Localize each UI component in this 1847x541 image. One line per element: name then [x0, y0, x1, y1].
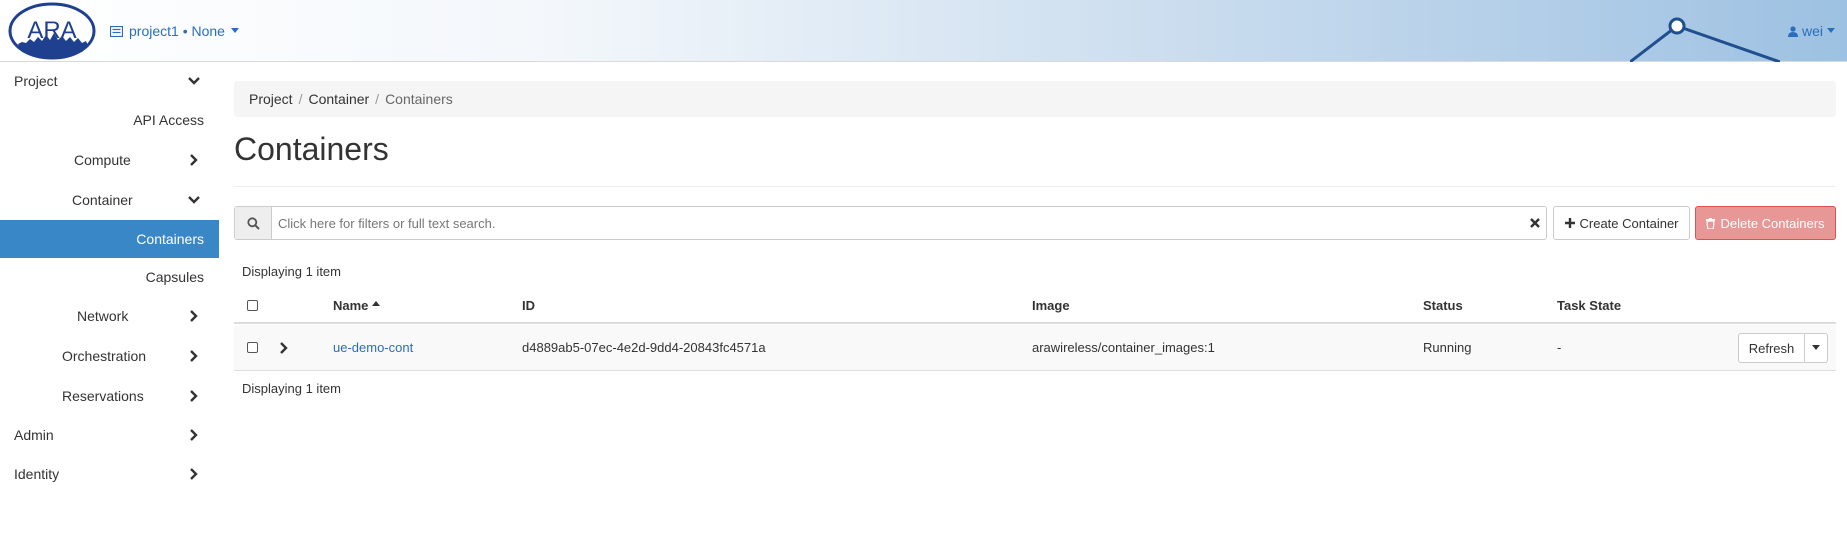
column-label: ID — [522, 297, 535, 313]
chevron-right-icon — [190, 390, 198, 402]
row-actions-dropdown-toggle[interactable] — [1805, 333, 1828, 363]
ara-logo[interactable]: ARA — [8, 2, 96, 60]
breadcrumb-item-container[interactable]: Container — [308, 91, 369, 107]
sidebar-item-label: Containers — [136, 231, 204, 247]
project-icon — [110, 25, 123, 37]
project-selector-label: project1 • None — [129, 23, 225, 39]
table-header: Name ID Image Status Task State — [234, 288, 1836, 324]
delete-containers-label: Delete Containers — [1720, 215, 1825, 231]
chevron-right-icon — [190, 154, 198, 166]
search-icon — [246, 216, 260, 230]
chevron-right-icon — [190, 350, 198, 362]
create-container-button[interactable]: Create Container — [1553, 206, 1690, 240]
refresh-button[interactable]: Refresh — [1738, 333, 1805, 363]
sidebar-item-orchestration[interactable]: Orchestration — [0, 336, 219, 376]
caret-down-icon — [1827, 28, 1835, 33]
row-task-state-cell: - — [1557, 340, 1562, 355]
sidebar-item-identity[interactable]: Identity — [0, 454, 219, 494]
create-container-label: Create Container — [1579, 215, 1679, 231]
chevron-right-icon — [190, 310, 198, 322]
select-all-cell — [247, 288, 258, 322]
select-all-checkbox[interactable] — [247, 299, 258, 311]
sidebar-item-admin[interactable]: Admin — [0, 416, 219, 454]
title-divider — [234, 186, 1836, 187]
user-menu[interactable]: wei — [1787, 23, 1835, 39]
sidebar-item-compute[interactable]: Compute — [0, 140, 219, 180]
sidebar-item-network[interactable]: Network — [0, 296, 219, 336]
caret-down-icon — [1812, 345, 1820, 350]
row-checkbox[interactable] — [247, 342, 258, 353]
container-name-link[interactable]: ue-demo-cont — [333, 340, 413, 355]
row-name-cell: ue-demo-cont — [333, 325, 413, 370]
page-title: Containers — [234, 131, 389, 167]
plus-icon — [1564, 218, 1575, 228]
chevron-down-icon — [188, 196, 200, 204]
breadcrumb-item-containers: Containers — [385, 91, 453, 107]
column-header-task-state[interactable]: Task State — [1557, 288, 1621, 322]
table-row: ue-demo-cont d4889ab5-07ec-4e2d-9dd4-208… — [234, 325, 1836, 371]
sidebar-item-containers[interactable]: Containers — [0, 220, 219, 258]
sidebar: Project API Access Compute Container Con… — [0, 62, 219, 541]
breadcrumb-separator: / — [298, 91, 303, 107]
sidebar-item-label: Orchestration — [62, 348, 147, 364]
column-header-status[interactable]: Status — [1423, 288, 1463, 322]
sidebar-item-container[interactable]: Container — [0, 180, 219, 220]
delete-containers-button[interactable]: Delete Containers — [1695, 206, 1836, 240]
sidebar-item-label: Identity — [14, 466, 60, 482]
chevron-right-icon — [190, 429, 198, 441]
user-menu-label: wei — [1801, 23, 1823, 39]
sidebar-item-label: Compute — [74, 152, 131, 168]
sidebar-item-project[interactable]: Project — [0, 62, 219, 100]
search-bar — [234, 206, 1547, 240]
row-select-cell — [247, 325, 258, 370]
sidebar-item-label: Reservations — [62, 388, 144, 404]
user-icon — [1787, 25, 1798, 37]
row-actions: Refresh — [1738, 333, 1828, 363]
row-id-cell: d4889ab5-07ec-4e2d-9dd4-20843fc4571a — [522, 340, 766, 355]
breadcrumb-separator: / — [375, 91, 380, 107]
item-count-bottom: Displaying 1 item — [242, 381, 341, 396]
sidebar-item-label: Admin — [14, 427, 54, 443]
column-label: Name — [333, 297, 369, 313]
sidebar-item-label: Capsules — [145, 269, 204, 285]
sidebar-item-label: Network — [77, 308, 129, 324]
column-label: Image — [1032, 297, 1070, 313]
column-header-name[interactable]: Name — [333, 288, 381, 322]
header-decoration — [1630, 17, 1780, 62]
sidebar-item-reservations[interactable]: Reservations — [0, 376, 219, 416]
logo-text: ARA — [27, 17, 76, 44]
search-addon — [235, 207, 272, 239]
search-input[interactable] — [272, 208, 1524, 238]
row-image-cell: arawireless/container_images:1 — [1032, 340, 1215, 355]
column-label: Task State — [1557, 297, 1622, 313]
sidebar-item-label: Container — [72, 192, 133, 208]
column-header-image[interactable]: Image — [1032, 288, 1070, 322]
project-selector[interactable]: project1 • None — [110, 23, 239, 39]
item-count-top: Displaying 1 item — [242, 264, 341, 279]
column-header-id[interactable]: ID — [522, 288, 535, 322]
sort-ascending-icon — [372, 301, 381, 306]
sidebar-item-capsules[interactable]: Capsules — [0, 258, 219, 296]
column-label: Status — [1423, 297, 1463, 313]
caret-down-icon — [230, 28, 239, 33]
expand-row-button[interactable] — [278, 325, 290, 370]
row-status-cell: Running — [1423, 340, 1472, 355]
breadcrumb-item-project[interactable]: Project — [249, 91, 293, 107]
close-icon — [1530, 218, 1540, 228]
sidebar-item-label: Project — [14, 73, 58, 89]
breadcrumb: Project / Container / Containers — [234, 81, 1836, 117]
top-header: ARA project1 • None wei — [0, 0, 1847, 62]
sidebar-item-label: API Access — [133, 112, 204, 128]
chevron-right-icon — [280, 341, 288, 354]
chevron-down-icon — [188, 77, 200, 85]
chevron-right-icon — [190, 468, 198, 480]
trash-icon — [1706, 217, 1716, 229]
sidebar-item-api-access[interactable]: API Access — [0, 100, 219, 140]
clear-search-button[interactable] — [1524, 218, 1546, 228]
